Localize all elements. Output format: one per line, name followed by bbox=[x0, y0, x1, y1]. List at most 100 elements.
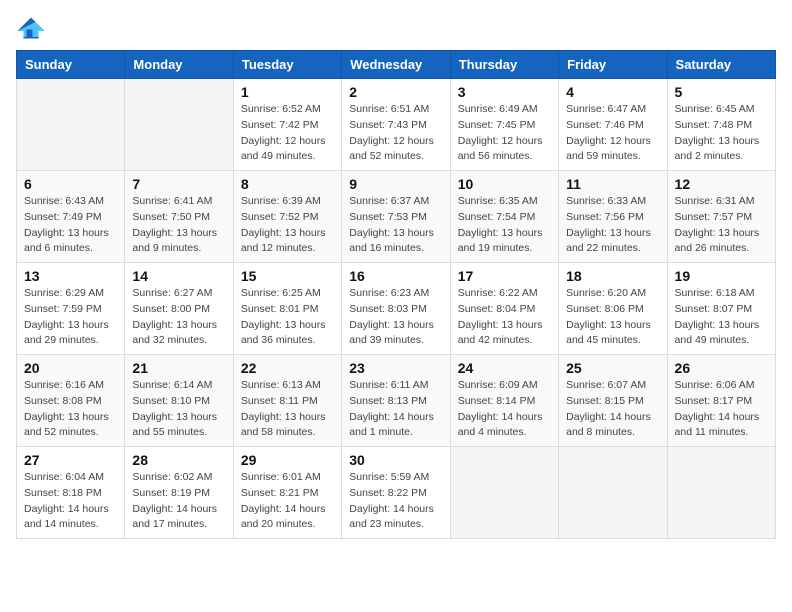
day-info: Sunrise: 6:43 AMSunset: 7:49 PMDaylight:… bbox=[24, 194, 117, 257]
day-cell bbox=[667, 447, 775, 539]
day-info: Sunrise: 6:45 AMSunset: 7:48 PMDaylight:… bbox=[675, 102, 768, 165]
day-info: Sunrise: 6:47 AMSunset: 7:46 PMDaylight:… bbox=[566, 102, 659, 165]
day-number: 23 bbox=[349, 360, 442, 376]
weekday-monday: Monday bbox=[125, 51, 233, 79]
day-cell: 30 Sunrise: 5:59 AMSunset: 8:22 PMDayligh… bbox=[342, 447, 450, 539]
day-cell: 10 Sunrise: 6:35 AMSunset: 7:54 PMDayligh… bbox=[450, 171, 558, 263]
day-number: 19 bbox=[675, 268, 768, 284]
day-info: Sunrise: 6:39 AMSunset: 7:52 PMDaylight:… bbox=[241, 194, 334, 257]
day-cell: 22 Sunrise: 6:13 AMSunset: 8:11 PMDayligh… bbox=[233, 355, 341, 447]
day-cell: 12 Sunrise: 6:31 AMSunset: 7:57 PMDayligh… bbox=[667, 171, 775, 263]
day-cell: 7Sunrise: 6:41 AMSunset: 7:50 PMDaylight… bbox=[125, 171, 233, 263]
week-row-2: 6 Sunrise: 6:43 AMSunset: 7:49 PMDaylight… bbox=[17, 171, 776, 263]
day-info: Sunrise: 6:07 AMSunset: 8:15 PMDaylight:… bbox=[566, 378, 659, 441]
day-info: Sunrise: 6:31 AMSunset: 7:57 PMDaylight:… bbox=[675, 194, 768, 257]
day-number: 5 bbox=[675, 84, 768, 100]
week-row-3: 13 Sunrise: 6:29 AMSunset: 7:59 PMDayligh… bbox=[17, 263, 776, 355]
week-row-5: 27 Sunrise: 6:04 AMSunset: 8:18 PMDayligh… bbox=[17, 447, 776, 539]
day-cell: 16 Sunrise: 6:23 AMSunset: 8:03 PMDayligh… bbox=[342, 263, 450, 355]
weekday-tuesday: Tuesday bbox=[233, 51, 341, 79]
day-number: 8 bbox=[241, 176, 334, 192]
day-number: 20 bbox=[24, 360, 117, 376]
day-number: 21 bbox=[132, 360, 225, 376]
day-info: Sunrise: 6:06 AMSunset: 8:17 PMDaylight:… bbox=[675, 378, 768, 441]
day-cell: 17 Sunrise: 6:22 AMSunset: 8:04 PMDayligh… bbox=[450, 263, 558, 355]
day-number: 6 bbox=[24, 176, 117, 192]
day-info: Sunrise: 6:04 AMSunset: 8:18 PMDaylight:… bbox=[24, 470, 117, 533]
day-info: Sunrise: 6:49 AMSunset: 7:45 PMDaylight:… bbox=[458, 102, 551, 165]
weekday-header-row: SundayMondayTuesdayWednesdayThursdayFrid… bbox=[17, 51, 776, 79]
day-info: Sunrise: 6:52 AMSunset: 7:42 PMDaylight:… bbox=[241, 102, 334, 165]
day-number: 27 bbox=[24, 452, 117, 468]
day-number: 10 bbox=[458, 176, 551, 192]
day-cell: 9Sunrise: 6:37 AMSunset: 7:53 PMDaylight… bbox=[342, 171, 450, 263]
day-number: 11 bbox=[566, 176, 659, 192]
day-number: 22 bbox=[241, 360, 334, 376]
day-cell bbox=[125, 79, 233, 171]
day-number: 17 bbox=[458, 268, 551, 284]
day-number: 14 bbox=[132, 268, 225, 284]
day-number: 13 bbox=[24, 268, 117, 284]
day-info: Sunrise: 6:33 AMSunset: 7:56 PMDaylight:… bbox=[566, 194, 659, 257]
logo-icon bbox=[16, 16, 46, 40]
week-row-1: 1 Sunrise: 6:52 AMSunset: 7:42 PMDaylight… bbox=[17, 79, 776, 171]
day-number: 9 bbox=[349, 176, 442, 192]
day-cell bbox=[17, 79, 125, 171]
day-cell: 1 Sunrise: 6:52 AMSunset: 7:42 PMDaylight… bbox=[233, 79, 341, 171]
day-number: 15 bbox=[241, 268, 334, 284]
weekday-thursday: Thursday bbox=[450, 51, 558, 79]
day-info: Sunrise: 6:23 AMSunset: 8:03 PMDaylight:… bbox=[349, 286, 442, 349]
day-cell: 11 Sunrise: 6:33 AMSunset: 7:56 PMDayligh… bbox=[559, 171, 667, 263]
day-number: 16 bbox=[349, 268, 442, 284]
day-cell: 14 Sunrise: 6:27 AMSunset: 8:00 PMDayligh… bbox=[125, 263, 233, 355]
day-cell: 5 Sunrise: 6:45 AMSunset: 7:48 PMDaylight… bbox=[667, 79, 775, 171]
day-info: Sunrise: 6:29 AMSunset: 7:59 PMDaylight:… bbox=[24, 286, 117, 349]
week-row-4: 20 Sunrise: 6:16 AMSunset: 8:08 PMDayligh… bbox=[17, 355, 776, 447]
day-info: Sunrise: 6:13 AMSunset: 8:11 PMDaylight:… bbox=[241, 378, 334, 441]
day-cell: 29Sunrise: 6:01 AMSunset: 8:21 PMDayligh… bbox=[233, 447, 341, 539]
day-cell: 2 Sunrise: 6:51 AMSunset: 7:43 PMDaylight… bbox=[342, 79, 450, 171]
day-info: Sunrise: 6:22 AMSunset: 8:04 PMDaylight:… bbox=[458, 286, 551, 349]
day-info: Sunrise: 6:02 AMSunset: 8:19 PMDaylight:… bbox=[132, 470, 225, 533]
day-info: Sunrise: 6:25 AMSunset: 8:01 PMDaylight:… bbox=[241, 286, 334, 349]
day-cell bbox=[559, 447, 667, 539]
day-cell: 27 Sunrise: 6:04 AMSunset: 8:18 PMDayligh… bbox=[17, 447, 125, 539]
day-number: 24 bbox=[458, 360, 551, 376]
weekday-saturday: Saturday bbox=[667, 51, 775, 79]
day-info: Sunrise: 6:51 AMSunset: 7:43 PMDaylight:… bbox=[349, 102, 442, 165]
day-cell: 4 Sunrise: 6:47 AMSunset: 7:46 PMDaylight… bbox=[559, 79, 667, 171]
day-cell: 3 Sunrise: 6:49 AMSunset: 7:45 PMDaylight… bbox=[450, 79, 558, 171]
calendar: SundayMondayTuesdayWednesdayThursdayFrid… bbox=[16, 50, 776, 539]
day-number: 28 bbox=[132, 452, 225, 468]
day-info: Sunrise: 5:59 AMSunset: 8:22 PMDaylight:… bbox=[349, 470, 442, 533]
weekday-wednesday: Wednesday bbox=[342, 51, 450, 79]
day-cell: 25 Sunrise: 6:07 AMSunset: 8:15 PMDayligh… bbox=[559, 355, 667, 447]
day-cell bbox=[450, 447, 558, 539]
day-number: 25 bbox=[566, 360, 659, 376]
day-cell: 6 Sunrise: 6:43 AMSunset: 7:49 PMDaylight… bbox=[17, 171, 125, 263]
day-info: Sunrise: 6:20 AMSunset: 8:06 PMDaylight:… bbox=[566, 286, 659, 349]
day-cell: 18Sunrise: 6:20 AMSunset: 8:06 PMDayligh… bbox=[559, 263, 667, 355]
day-number: 1 bbox=[241, 84, 334, 100]
header bbox=[16, 16, 776, 40]
calendar-header: SundayMondayTuesdayWednesdayThursdayFrid… bbox=[17, 51, 776, 79]
day-number: 2 bbox=[349, 84, 442, 100]
day-number: 4 bbox=[566, 84, 659, 100]
day-info: Sunrise: 6:27 AMSunset: 8:00 PMDaylight:… bbox=[132, 286, 225, 349]
day-info: Sunrise: 6:35 AMSunset: 7:54 PMDaylight:… bbox=[458, 194, 551, 257]
day-info: Sunrise: 6:16 AMSunset: 8:08 PMDaylight:… bbox=[24, 378, 117, 441]
day-info: Sunrise: 6:01 AMSunset: 8:21 PMDaylight:… bbox=[241, 470, 334, 533]
day-cell: 13 Sunrise: 6:29 AMSunset: 7:59 PMDayligh… bbox=[17, 263, 125, 355]
day-cell: 28 Sunrise: 6:02 AMSunset: 8:19 PMDayligh… bbox=[125, 447, 233, 539]
calendar-body: 1 Sunrise: 6:52 AMSunset: 7:42 PMDaylight… bbox=[17, 79, 776, 539]
logo bbox=[16, 16, 50, 40]
day-cell: 23Sunrise: 6:11 AMSunset: 8:13 PMDayligh… bbox=[342, 355, 450, 447]
day-cell: 15 Sunrise: 6:25 AMSunset: 8:01 PMDayligh… bbox=[233, 263, 341, 355]
day-cell: 26Sunrise: 6:06 AMSunset: 8:17 PMDayligh… bbox=[667, 355, 775, 447]
day-cell: 21Sunrise: 6:14 AMSunset: 8:10 PMDayligh… bbox=[125, 355, 233, 447]
day-number: 30 bbox=[349, 452, 442, 468]
day-number: 3 bbox=[458, 84, 551, 100]
day-number: 12 bbox=[675, 176, 768, 192]
day-cell: 20 Sunrise: 6:16 AMSunset: 8:08 PMDayligh… bbox=[17, 355, 125, 447]
day-number: 7 bbox=[132, 176, 225, 192]
